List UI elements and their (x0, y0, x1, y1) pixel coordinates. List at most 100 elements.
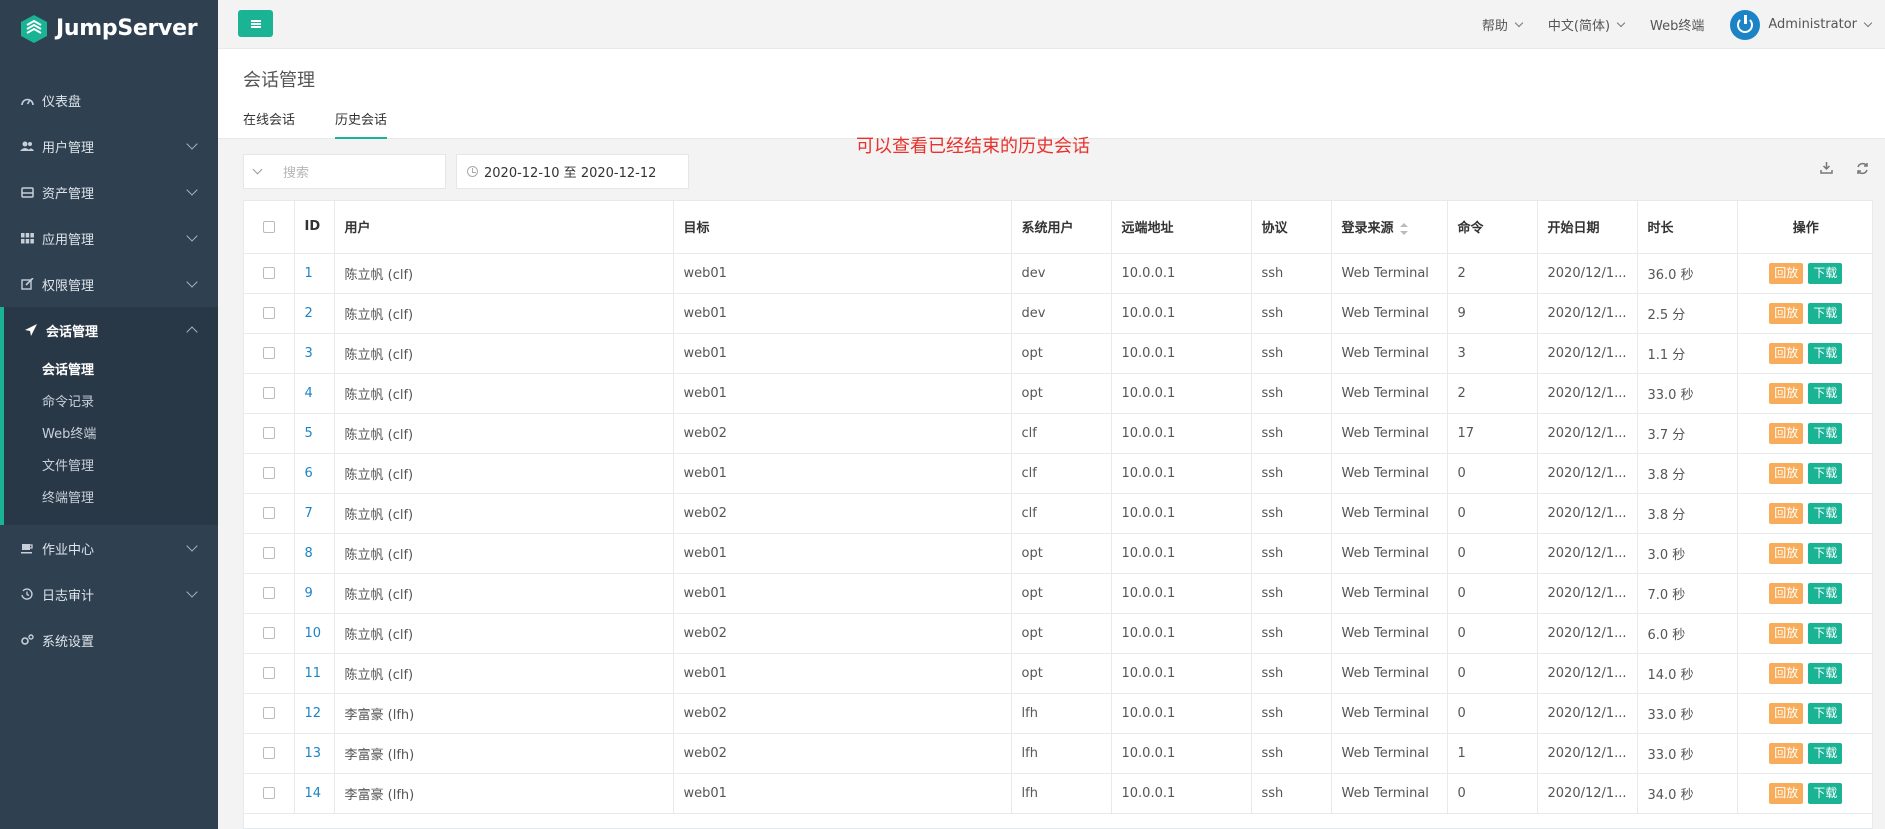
column-header-target[interactable]: 目标 (673, 201, 1012, 254)
submenu-item-web-terminal[interactable]: Web终端 (4, 419, 218, 451)
language-dropdown[interactable]: 中文(简体) (1548, 15, 1626, 34)
column-header-id[interactable]: ID (294, 201, 335, 254)
sidebar-item-users[interactable]: 用户管理 (0, 123, 218, 169)
replay-button[interactable]: 回放 (1769, 502, 1804, 524)
column-header-login-from[interactable]: 登录来源 (1331, 201, 1448, 254)
sidebar-item-sessions[interactable]: 会话管理 (0, 307, 218, 353)
sidebar-item-dashboard[interactable]: 仪表盘 (0, 77, 218, 123)
download-button[interactable]: 下载 (1808, 662, 1843, 684)
session-id-link[interactable]: 12 (305, 706, 322, 721)
session-id-link[interactable]: 9 (305, 586, 313, 601)
download-button[interactable]: 下载 (1808, 262, 1843, 284)
column-header-commands[interactable]: 命令 (1447, 201, 1538, 254)
sidebar-item-assets[interactable]: 资产管理 (0, 169, 218, 215)
row-checkbox[interactable] (262, 307, 275, 319)
replay-button[interactable]: 回放 (1769, 302, 1804, 324)
replay-button[interactable]: 回放 (1769, 782, 1804, 804)
tab-history-sessions[interactable]: 历史会话 (335, 109, 388, 139)
replay-button[interactable]: 回放 (1769, 742, 1804, 764)
session-id-link[interactable]: 14 (305, 786, 322, 801)
download-button[interactable]: 下载 (1808, 462, 1843, 484)
web-terminal-link[interactable]: Web终端 (1650, 15, 1704, 34)
session-id-link[interactable]: 4 (305, 386, 313, 401)
replay-button[interactable]: 回放 (1769, 342, 1804, 364)
row-checkbox[interactable] (262, 427, 275, 439)
download-button[interactable]: 下载 (1808, 702, 1843, 724)
submenu-item-session-management[interactable]: 会话管理 (4, 355, 218, 387)
login-from-cell: Web Terminal (1331, 413, 1448, 454)
download-button[interactable]: 下载 (1808, 582, 1843, 604)
row-checkbox[interactable] (262, 267, 275, 279)
submenu-item-terminal-management[interactable]: 终端管理 (4, 483, 218, 515)
target-cell: web02 (673, 413, 1012, 454)
download-button[interactable]: 下载 (1808, 542, 1843, 564)
row-checkbox[interactable] (262, 467, 275, 479)
session-id-link[interactable]: 6 (305, 466, 313, 481)
date-range-picker[interactable]: 2020-12-10 至 2020-12-12 (456, 154, 689, 189)
sidebar-item-applications[interactable]: 应用管理 (0, 215, 218, 261)
submenu-item-file-management[interactable]: 文件管理 (4, 451, 218, 483)
download-button[interactable]: 下载 (1808, 622, 1843, 644)
replay-button[interactable]: 回放 (1769, 582, 1804, 604)
download-button[interactable]: 下载 (1808, 782, 1843, 804)
download-button[interactable]: 下载 (1808, 742, 1843, 764)
replay-button[interactable]: 回放 (1769, 262, 1804, 284)
column-header-date-start[interactable]: 开始日期 (1537, 201, 1638, 254)
sort-icon[interactable] (1399, 222, 1408, 235)
protocol-cell: ssh (1251, 373, 1332, 414)
table-row: 8 陈立帆 (clf) web01 opt 10.0.0.1 ssh Web Termina… (244, 533, 1872, 574)
row-select-cell (244, 413, 295, 454)
submenu-item-command-records[interactable]: 命令记录 (4, 387, 218, 419)
session-id-link[interactable]: 13 (305, 746, 322, 761)
select-all-checkbox[interactable] (262, 220, 275, 233)
sidebar-item-audits[interactable]: 日志审计 (0, 571, 218, 617)
sidebar-item-jobs[interactable]: 作业中心 (0, 525, 218, 571)
download-icon[interactable] (1818, 160, 1834, 176)
column-header-protocol[interactable]: 协议 (1251, 201, 1332, 254)
sidebar-item-permissions[interactable]: 权限管理 (0, 261, 218, 307)
row-checkbox[interactable] (262, 787, 275, 799)
session-id-link[interactable]: 8 (305, 546, 313, 561)
download-button[interactable]: 下载 (1808, 382, 1843, 404)
help-dropdown[interactable]: 帮助 (1482, 15, 1524, 34)
tab-online-sessions[interactable]: 在线会话 (243, 109, 295, 139)
download-button[interactable]: 下载 (1808, 342, 1843, 364)
replay-button[interactable]: 回放 (1769, 382, 1804, 404)
column-header-remote-addr[interactable]: 远端地址 (1111, 201, 1252, 254)
date-start-cell: 2020/12/1... (1537, 613, 1638, 654)
replay-button[interactable]: 回放 (1769, 702, 1804, 724)
download-button[interactable]: 下载 (1808, 302, 1843, 324)
session-id-link[interactable]: 11 (305, 666, 322, 681)
refresh-icon[interactable] (1854, 160, 1870, 176)
session-id-link[interactable]: 10 (305, 626, 322, 641)
session-id-link[interactable]: 2 (305, 306, 313, 321)
session-id-link[interactable]: 3 (305, 346, 313, 361)
replay-button[interactable]: 回放 (1769, 622, 1804, 644)
row-checkbox[interactable] (262, 627, 275, 639)
column-header-system-user[interactable]: 系统用户 (1011, 201, 1112, 254)
replay-button[interactable]: 回放 (1769, 662, 1804, 684)
column-header-duration[interactable]: 时长 (1637, 201, 1738, 254)
column-header-user[interactable]: 用户 (334, 201, 674, 254)
row-checkbox[interactable] (262, 747, 275, 759)
row-checkbox[interactable] (262, 387, 275, 399)
session-id-link[interactable]: 1 (305, 266, 313, 281)
download-button[interactable]: 下载 (1808, 502, 1843, 524)
row-checkbox[interactable] (262, 347, 275, 359)
row-checkbox[interactable] (262, 667, 275, 679)
download-button[interactable]: 下载 (1808, 422, 1843, 444)
row-checkbox[interactable] (262, 587, 275, 599)
session-id-link[interactable]: 5 (305, 426, 313, 441)
row-checkbox[interactable] (262, 707, 275, 719)
sidebar-item-settings[interactable]: 系统设置 (0, 617, 218, 663)
replay-button[interactable]: 回放 (1769, 542, 1804, 564)
row-checkbox[interactable] (262, 507, 275, 519)
user-dropdown[interactable]: Administrator (1730, 9, 1873, 40)
replay-button[interactable]: 回放 (1769, 462, 1804, 484)
row-checkbox[interactable] (262, 547, 275, 559)
app-logo[interactable]: JumpServer (0, 0, 218, 57)
session-id-link[interactable]: 7 (305, 506, 313, 521)
search-input[interactable]: 搜索 (243, 154, 446, 189)
replay-button[interactable]: 回放 (1769, 422, 1804, 444)
menu-toggle-button[interactable] (238, 10, 273, 37)
